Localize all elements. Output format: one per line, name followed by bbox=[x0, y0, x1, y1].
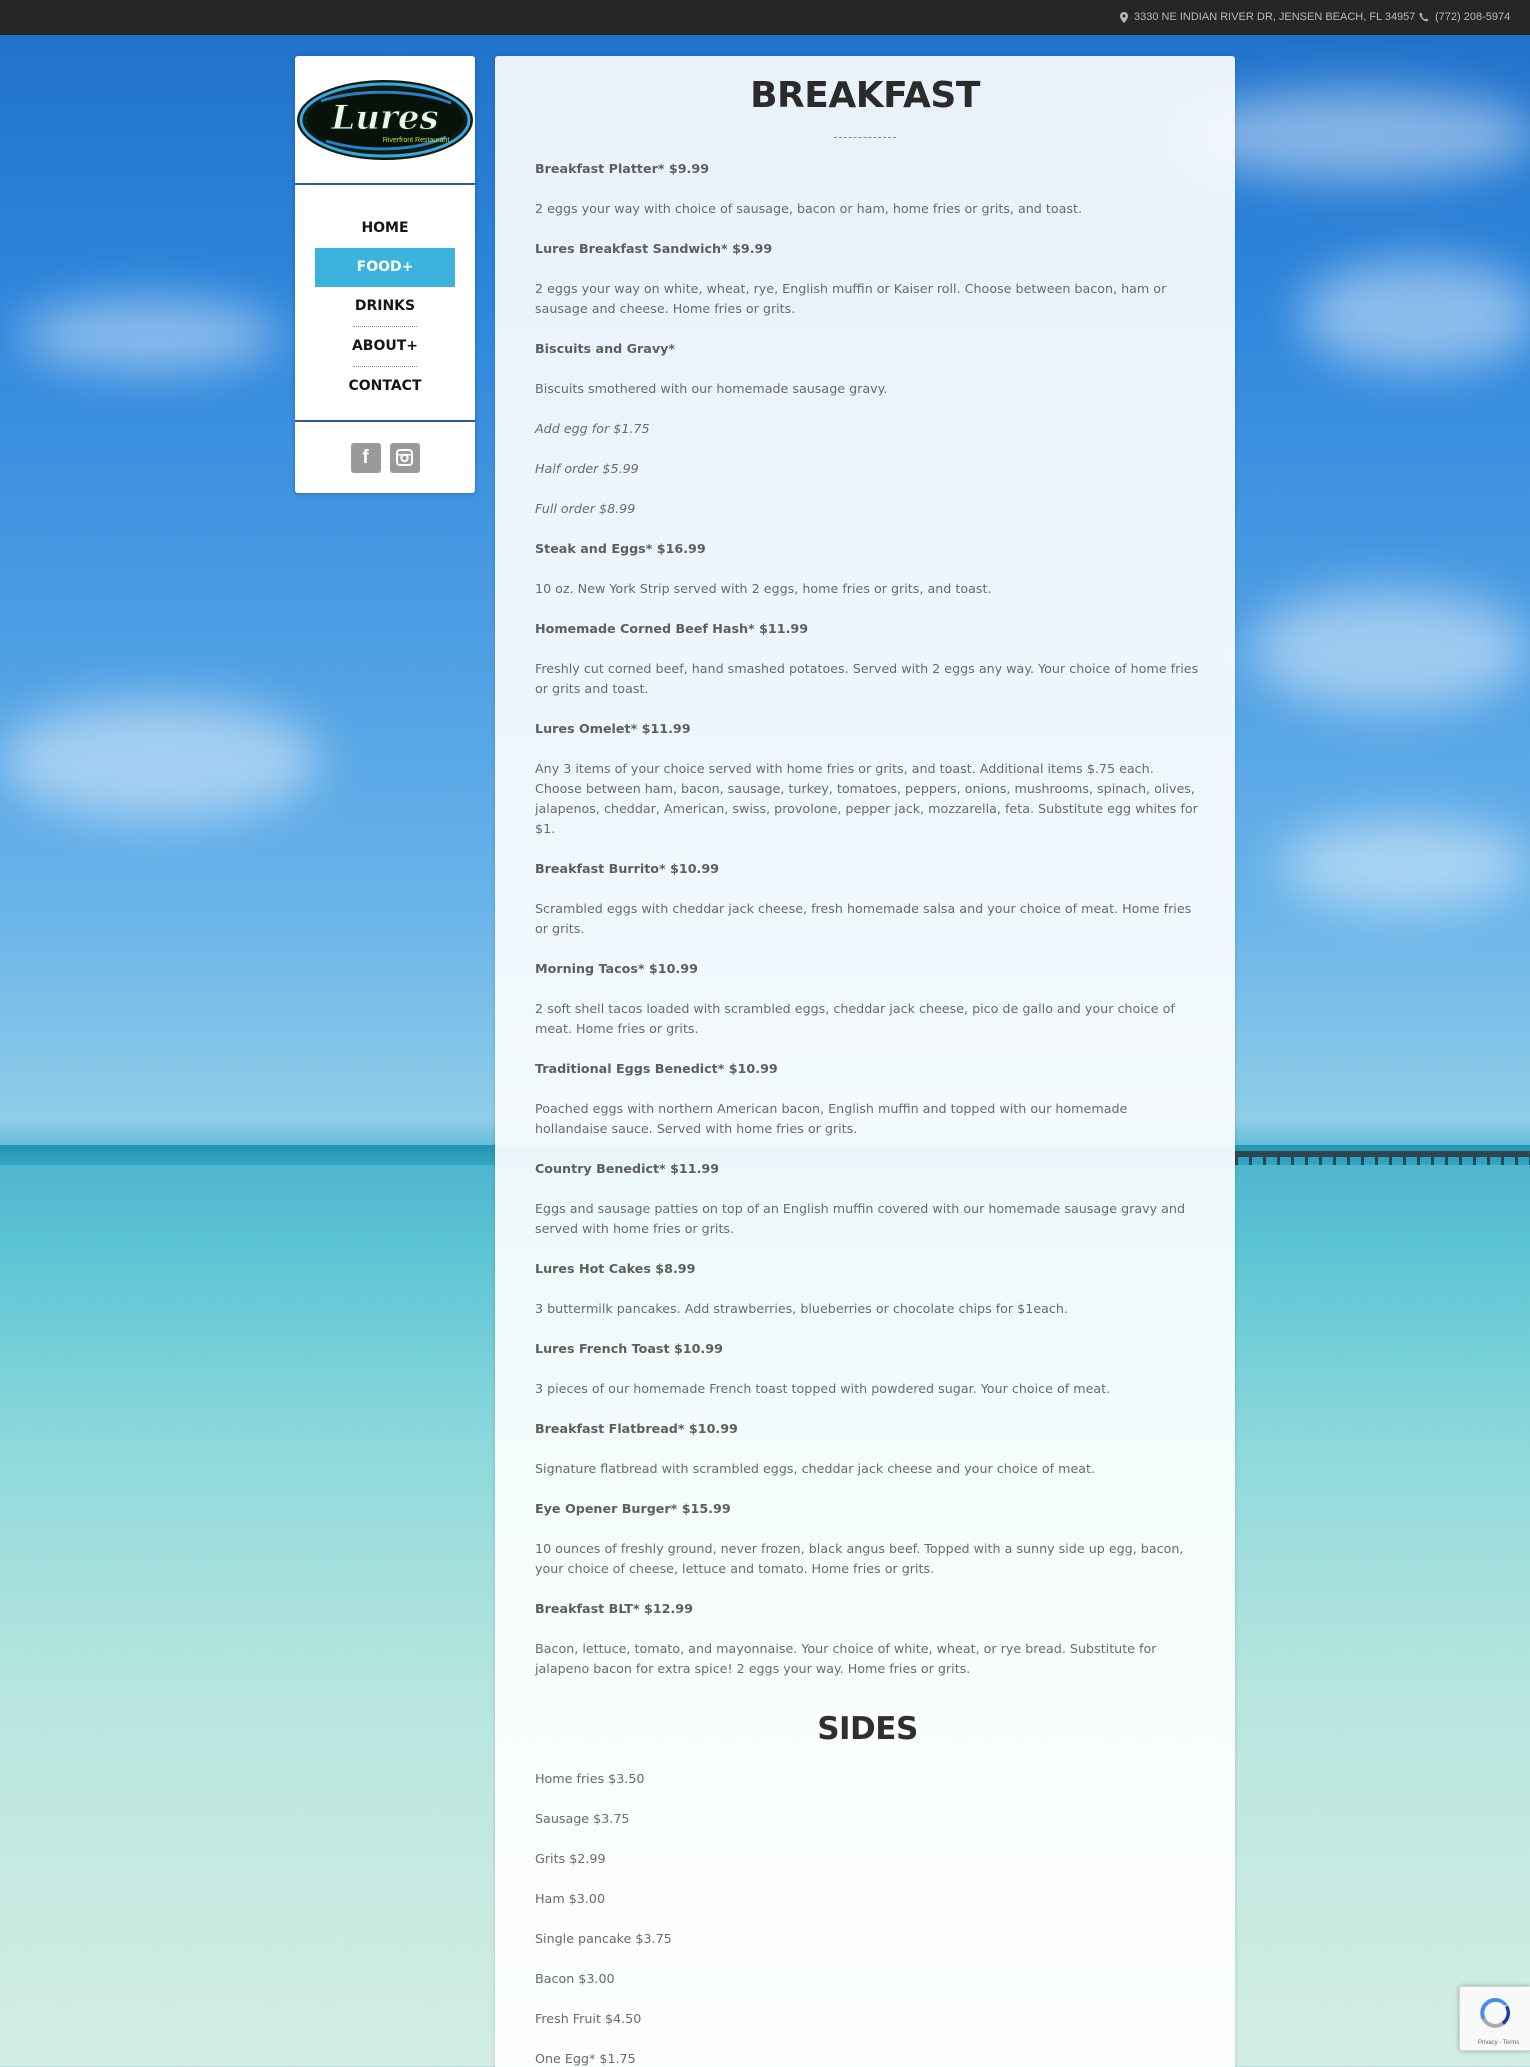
cloud bbox=[0, 700, 320, 820]
sides-title: SIDES bbox=[817, 1711, 918, 1747]
facebook-icon[interactable]: f bbox=[350, 442, 381, 473]
menu-item-title: Breakfast Platter* $9.99 bbox=[535, 161, 710, 176]
nav-drinks[interactable]: DRINKS bbox=[315, 287, 455, 326]
menu-item-description: Signature flatbread with scrambled eggs,… bbox=[535, 1461, 1096, 1476]
menu-item-option: Half order $5.99 bbox=[535, 461, 639, 476]
sidebar: Lures Riverfront Restaurant HOME FOOD+ D… bbox=[295, 56, 475, 493]
facebook-glyph: f bbox=[362, 446, 369, 468]
social-links: f bbox=[295, 420, 475, 493]
menu-item-title: Breakfast BLT* $12.99 bbox=[535, 1601, 693, 1616]
nav-food[interactable]: FOOD+ bbox=[315, 248, 455, 287]
side-item: Bacon $3.00 bbox=[535, 1971, 615, 1986]
menu-item-title: Lures Hot Cakes $8.99 bbox=[535, 1261, 696, 1276]
phone-link[interactable]: (772) 208-5974 bbox=[1419, 11, 1510, 23]
menu-item-description: 10 ounces of freshly ground, never froze… bbox=[535, 1541, 1184, 1576]
instagram-glyph bbox=[396, 449, 413, 466]
address-text: 3330 NE INDIAN RIVER DR, JENSEN BEACH, F… bbox=[1134, 11, 1416, 23]
main-nav: HOME FOOD+ DRINKS ABOUT+ CONTACT bbox=[295, 185, 475, 406]
menu-item-title: Eye Opener Burger* $15.99 bbox=[535, 1501, 731, 1516]
menu-item-title: Country Benedict* $11.99 bbox=[535, 1161, 720, 1176]
menu-item-title: Lures French Toast $10.99 bbox=[535, 1341, 723, 1356]
side-item: Home fries $3.50 bbox=[535, 1771, 645, 1786]
nav-about[interactable]: ABOUT+ bbox=[315, 327, 455, 366]
menu-item-option: Full order $8.99 bbox=[535, 501, 636, 516]
menu-item-title: Morning Tacos* $10.99 bbox=[535, 961, 698, 976]
menu-item-description: 10 oz. New York Strip served with 2 eggs… bbox=[535, 581, 992, 596]
logo-wordmark: Lures bbox=[330, 98, 438, 138]
side-item: Single pancake $3.75 bbox=[535, 1931, 672, 1946]
phone-icon bbox=[1419, 12, 1429, 22]
logo-link[interactable]: Lures Riverfront Restaurant bbox=[295, 56, 475, 185]
pier-posts bbox=[1235, 1157, 1530, 1165]
main-content: BREAKFAST Breakfast Platter* $9.99 2 eggs… bbox=[495, 56, 1235, 2067]
address-link[interactable]: 3330 NE INDIAN RIVER DR, JENSEN BEACH, F… bbox=[1120, 11, 1415, 23]
menu-item-title: Biscuits and Gravy* bbox=[535, 341, 676, 356]
side-item: Ham $3.00 bbox=[535, 1891, 606, 1906]
lures-logo: Lures Riverfront Restaurant bbox=[297, 79, 473, 160]
menu-item-description: Poached eggs with northern American baco… bbox=[535, 1101, 1128, 1136]
side-item: One Egg* $1.75 bbox=[535, 2051, 636, 2066]
menu-item-description: Freshly cut corned beef, hand smashed po… bbox=[535, 661, 1199, 696]
recaptcha-icon bbox=[1480, 1998, 1511, 2028]
menu-item-description: 2 soft shell tacos loaded with scrambled… bbox=[535, 1001, 1175, 1036]
menu-item-description: Biscuits smothered with our homemade sau… bbox=[535, 381, 888, 396]
cloud bbox=[20, 300, 280, 370]
title-divider bbox=[834, 137, 896, 138]
side-item: Grits $2.99 bbox=[535, 1851, 606, 1866]
menu-item-title: Breakfast Burrito* $10.99 bbox=[535, 861, 720, 876]
recaptcha-links[interactable]: Privacy - Terms bbox=[1478, 2040, 1519, 2046]
menu-item-title: Steak and Eggs* $16.99 bbox=[535, 541, 706, 556]
cloud bbox=[1250, 590, 1530, 710]
side-item: Fresh Fruit $4.50 bbox=[535, 2011, 642, 2026]
cloud bbox=[1280, 820, 1530, 910]
nav-home[interactable]: HOME bbox=[315, 209, 455, 248]
menu-item-description: Eggs and sausage patties on top of an En… bbox=[535, 1201, 1186, 1236]
menu-item-option: Add egg for $1.75 bbox=[535, 421, 650, 436]
menu-item-description: 2 eggs your way with choice of sausage, … bbox=[535, 201, 1083, 216]
menu-item-title: Homemade Corned Beef Hash* $11.99 bbox=[535, 621, 809, 636]
cloud bbox=[1300, 260, 1530, 370]
page-title: BREAKFAST bbox=[750, 75, 980, 116]
logo-tagline: Riverfront Restaurant bbox=[383, 137, 450, 144]
menu-item-description: Scrambled eggs with cheddar jack cheese,… bbox=[535, 901, 1192, 936]
menu-item-title: Traditional Eggs Benedict* $10.99 bbox=[535, 1061, 778, 1076]
menu-item-title: Breakfast Flatbread* $10.99 bbox=[535, 1421, 738, 1436]
menu-item-title: Lures Breakfast Sandwich* $9.99 bbox=[535, 241, 773, 256]
map-marker-icon bbox=[1120, 11, 1128, 23]
menu-item-description: Bacon, lettuce, tomato, and mayonnaise. … bbox=[535, 1641, 1157, 1676]
menu-list: Breakfast Platter* $9.99 2 eggs your way … bbox=[535, 159, 1200, 2067]
menu-item-description: 3 pieces of our homemade French toast to… bbox=[535, 1381, 1111, 1396]
menu-item-description: 3 buttermilk pancakes. Add strawberries,… bbox=[535, 1301, 1068, 1316]
side-item: Sausage $3.75 bbox=[535, 1811, 630, 1826]
top-bar: 3330 NE INDIAN RIVER DR, JENSEN BEACH, F… bbox=[0, 0, 1530, 35]
nav-contact[interactable]: CONTACT bbox=[315, 367, 455, 406]
recaptcha-badge[interactable]: Privacy - Terms bbox=[1459, 1986, 1530, 2051]
instagram-icon[interactable] bbox=[389, 442, 420, 473]
phone-text: (772) 208-5974 bbox=[1435, 11, 1511, 23]
menu-item-title: Lures Omelet* $11.99 bbox=[535, 721, 691, 736]
menu-item-description: 2 eggs your way on white, wheat, rye, En… bbox=[535, 281, 1167, 316]
menu-item-description: Any 3 items of your choice served with h… bbox=[535, 761, 1198, 836]
